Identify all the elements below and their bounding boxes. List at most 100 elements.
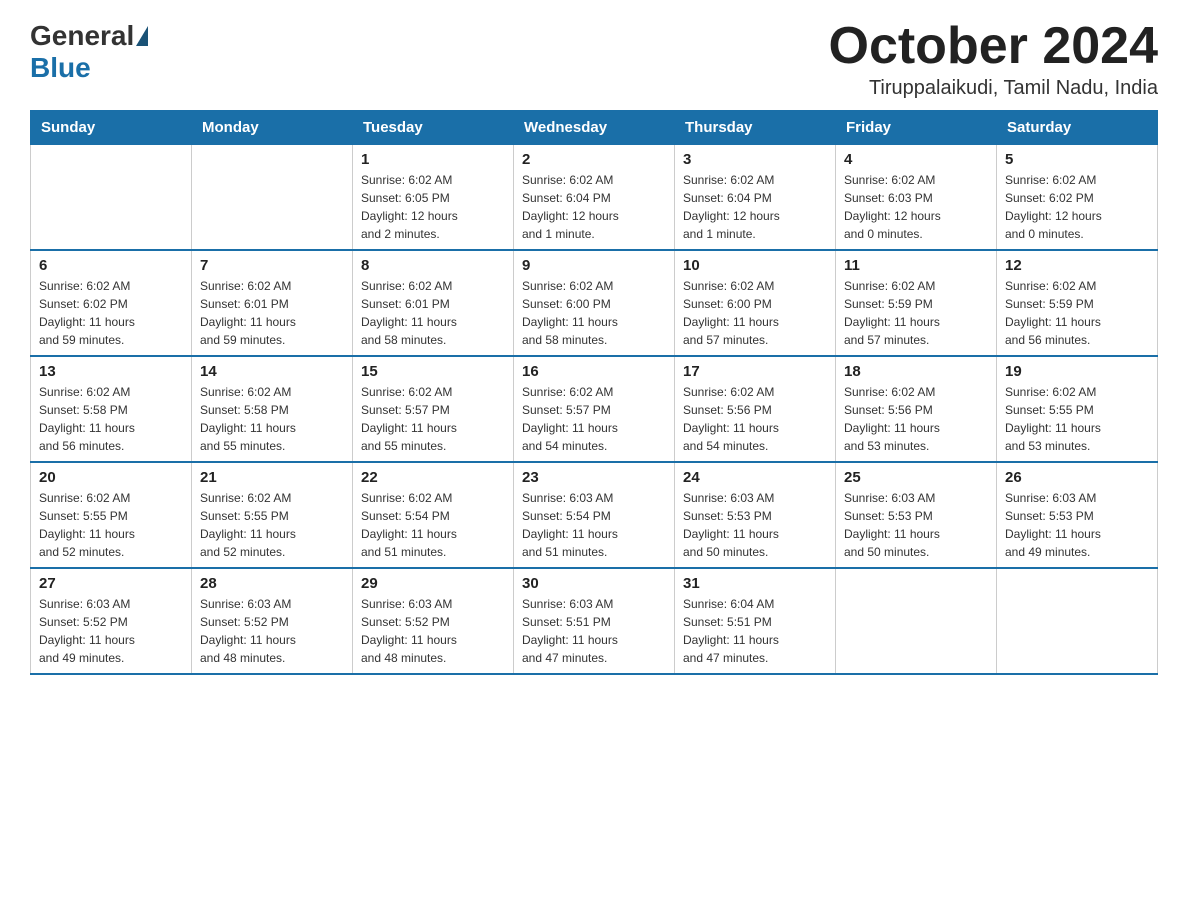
calendar-cell: 25 Sunrise: 6:03 AMSunset: 5:53 PMDayligh… xyxy=(836,462,997,568)
calendar-week-row: 20 Sunrise: 6:02 AMSunset: 5:55 PMDayligh… xyxy=(31,462,1158,568)
calendar-cell: 4 Sunrise: 6:02 AMSunset: 6:03 PMDaylight… xyxy=(836,145,997,251)
header-thursday: Thursday xyxy=(675,111,836,145)
calendar-cell: 21 Sunrise: 6:02 AMSunset: 5:55 PMDayligh… xyxy=(192,462,353,568)
day-info: Sunrise: 6:02 AMSunset: 6:03 PMDaylight:… xyxy=(844,171,988,243)
logo-general-text: General xyxy=(30,20,134,52)
calendar-week-row: 1 Sunrise: 6:02 AMSunset: 6:05 PMDaylight… xyxy=(31,145,1158,251)
day-number: 31 xyxy=(683,575,827,592)
calendar-week-row: 27 Sunrise: 6:03 AMSunset: 5:52 PMDayligh… xyxy=(31,568,1158,674)
day-number: 21 xyxy=(200,469,344,486)
calendar-cell: 18 Sunrise: 6:02 AMSunset: 5:56 PMDayligh… xyxy=(836,356,997,462)
calendar-cell xyxy=(31,145,192,251)
calendar-cell: 13Sunrise: 6:02 AMSunset: 5:58 PMDayligh… xyxy=(31,356,192,462)
logo: General Blue xyxy=(30,20,150,84)
day-number: 28 xyxy=(200,575,344,592)
calendar-cell: 1 Sunrise: 6:02 AMSunset: 6:05 PMDaylight… xyxy=(353,145,514,251)
calendar-cell: 23 Sunrise: 6:03 AMSunset: 5:54 PMDayligh… xyxy=(514,462,675,568)
header-tuesday: Tuesday xyxy=(353,111,514,145)
day-info: Sunrise: 6:02 AMSunset: 6:05 PMDaylight:… xyxy=(361,171,505,243)
calendar-cell: 27 Sunrise: 6:03 AMSunset: 5:52 PMDayligh… xyxy=(31,568,192,674)
month-title: October 2024 xyxy=(829,20,1159,72)
header-saturday: Saturday xyxy=(997,111,1158,145)
day-info: Sunrise: 6:03 AMSunset: 5:52 PMDaylight:… xyxy=(39,595,183,667)
day-number: 2 xyxy=(522,151,666,168)
day-info: Sunrise: 6:02 AMSunset: 6:02 PMDaylight:… xyxy=(39,277,183,349)
day-number: 17 xyxy=(683,363,827,380)
day-info: Sunrise: 6:02 AMSunset: 6:00 PMDaylight:… xyxy=(522,277,666,349)
day-number: 10 xyxy=(683,257,827,274)
day-number: 4 xyxy=(844,151,988,168)
calendar-week-row: 6Sunrise: 6:02 AMSunset: 6:02 PMDaylight… xyxy=(31,250,1158,356)
location-text: Tiruppalaikudi, Tamil Nadu, India xyxy=(829,77,1159,100)
calendar-cell: 29 Sunrise: 6:03 AMSunset: 5:52 PMDayligh… xyxy=(353,568,514,674)
day-info: Sunrise: 6:02 AMSunset: 6:04 PMDaylight:… xyxy=(522,171,666,243)
calendar-header: Sunday Monday Tuesday Wednesday Thursday… xyxy=(31,111,1158,145)
calendar-cell: 5Sunrise: 6:02 AMSunset: 6:02 PMDaylight… xyxy=(997,145,1158,251)
day-number: 27 xyxy=(39,575,183,592)
day-number: 23 xyxy=(522,469,666,486)
day-info: Sunrise: 6:02 AMSunset: 5:55 PMDaylight:… xyxy=(1005,383,1149,455)
day-number: 26 xyxy=(1005,469,1149,486)
logo-blue-text: Blue xyxy=(30,52,91,83)
calendar-cell: 6Sunrise: 6:02 AMSunset: 6:02 PMDaylight… xyxy=(31,250,192,356)
day-number: 8 xyxy=(361,257,505,274)
day-number: 5 xyxy=(1005,151,1149,168)
day-info: Sunrise: 6:02 AMSunset: 5:59 PMDaylight:… xyxy=(1005,277,1149,349)
day-number: 20 xyxy=(39,469,183,486)
calendar-cell: 15 Sunrise: 6:02 AMSunset: 5:57 PMDayligh… xyxy=(353,356,514,462)
calendar-cell: 28 Sunrise: 6:03 AMSunset: 5:52 PMDayligh… xyxy=(192,568,353,674)
calendar-cell: 31 Sunrise: 6:04 AMSunset: 5:51 PMDayligh… xyxy=(675,568,836,674)
day-info: Sunrise: 6:02 AMSunset: 6:01 PMDaylight:… xyxy=(200,277,344,349)
day-info: Sunrise: 6:03 AMSunset: 5:52 PMDaylight:… xyxy=(361,595,505,667)
calendar-cell: 12 Sunrise: 6:02 AMSunset: 5:59 PMDayligh… xyxy=(997,250,1158,356)
header-sunday: Sunday xyxy=(31,111,192,145)
day-number: 16 xyxy=(522,363,666,380)
day-info: Sunrise: 6:02 AMSunset: 5:55 PMDaylight:… xyxy=(200,489,344,561)
calendar-cell: 11Sunrise: 6:02 AMSunset: 5:59 PMDayligh… xyxy=(836,250,997,356)
day-info: Sunrise: 6:02 AMSunset: 5:57 PMDaylight:… xyxy=(522,383,666,455)
day-number: 1 xyxy=(361,151,505,168)
day-number: 18 xyxy=(844,363,988,380)
day-info: Sunrise: 6:02 AMSunset: 5:56 PMDaylight:… xyxy=(683,383,827,455)
day-number: 29 xyxy=(361,575,505,592)
day-number: 3 xyxy=(683,151,827,168)
day-info: Sunrise: 6:02 AMSunset: 6:01 PMDaylight:… xyxy=(361,277,505,349)
day-number: 11 xyxy=(844,257,988,274)
calendar-week-row: 13Sunrise: 6:02 AMSunset: 5:58 PMDayligh… xyxy=(31,356,1158,462)
calendar-cell: 24Sunrise: 6:03 AMSunset: 5:53 PMDayligh… xyxy=(675,462,836,568)
calendar-cell: 26 Sunrise: 6:03 AMSunset: 5:53 PMDayligh… xyxy=(997,462,1158,568)
title-section: October 2024 Tiruppalaikudi, Tamil Nadu,… xyxy=(829,20,1159,100)
logo-triangle-icon xyxy=(136,26,148,46)
calendar-table: Sunday Monday Tuesday Wednesday Thursday… xyxy=(30,110,1158,675)
page-header: General Blue October 2024 Tiruppalaikudi… xyxy=(30,20,1158,100)
day-number: 14 xyxy=(200,363,344,380)
day-info: Sunrise: 6:02 AMSunset: 5:56 PMDaylight:… xyxy=(844,383,988,455)
day-number: 12 xyxy=(1005,257,1149,274)
day-info: Sunrise: 6:03 AMSunset: 5:51 PMDaylight:… xyxy=(522,595,666,667)
day-info: Sunrise: 6:03 AMSunset: 5:53 PMDaylight:… xyxy=(844,489,988,561)
day-number: 30 xyxy=(522,575,666,592)
day-info: Sunrise: 6:02 AMSunset: 5:55 PMDaylight:… xyxy=(39,489,183,561)
day-number: 22 xyxy=(361,469,505,486)
calendar-cell: 14 Sunrise: 6:02 AMSunset: 5:58 PMDayligh… xyxy=(192,356,353,462)
day-info: Sunrise: 6:02 AMSunset: 5:54 PMDaylight:… xyxy=(361,489,505,561)
day-info: Sunrise: 6:02 AMSunset: 5:58 PMDaylight:… xyxy=(200,383,344,455)
calendar-cell: 10Sunrise: 6:02 AMSunset: 6:00 PMDayligh… xyxy=(675,250,836,356)
day-info: Sunrise: 6:02 AMSunset: 5:57 PMDaylight:… xyxy=(361,383,505,455)
day-number: 7 xyxy=(200,257,344,274)
header-wednesday: Wednesday xyxy=(514,111,675,145)
calendar-cell: 9Sunrise: 6:02 AMSunset: 6:00 PMDaylight… xyxy=(514,250,675,356)
day-info: Sunrise: 6:04 AMSunset: 5:51 PMDaylight:… xyxy=(683,595,827,667)
day-info: Sunrise: 6:03 AMSunset: 5:52 PMDaylight:… xyxy=(200,595,344,667)
day-info: Sunrise: 6:03 AMSunset: 5:53 PMDaylight:… xyxy=(1005,489,1149,561)
calendar-cell xyxy=(836,568,997,674)
calendar-cell: 8 Sunrise: 6:02 AMSunset: 6:01 PMDaylight… xyxy=(353,250,514,356)
calendar-cell: 16 Sunrise: 6:02 AMSunset: 5:57 PMDayligh… xyxy=(514,356,675,462)
day-info: Sunrise: 6:03 AMSunset: 5:54 PMDaylight:… xyxy=(522,489,666,561)
header-friday: Friday xyxy=(836,111,997,145)
day-number: 15 xyxy=(361,363,505,380)
day-number: 25 xyxy=(844,469,988,486)
calendar-cell xyxy=(997,568,1158,674)
day-info: Sunrise: 6:02 AMSunset: 5:58 PMDaylight:… xyxy=(39,383,183,455)
calendar-cell: 7 Sunrise: 6:02 AMSunset: 6:01 PMDaylight… xyxy=(192,250,353,356)
